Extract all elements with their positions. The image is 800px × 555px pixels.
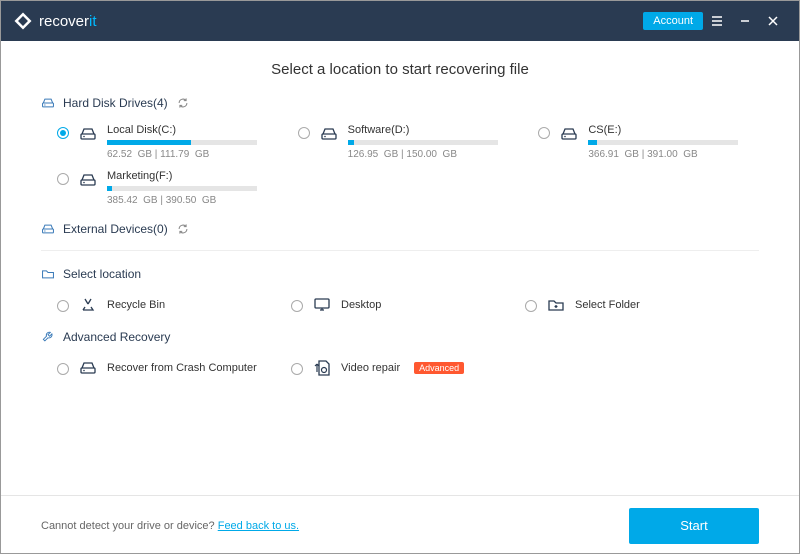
- footer: Cannot detect your drive or device? Feed…: [1, 495, 799, 555]
- location-option-desktop[interactable]: Desktop: [291, 295, 525, 314]
- feedback-link[interactable]: Feed back to us.: [218, 520, 299, 532]
- drive-icon: [41, 96, 55, 110]
- drive-option[interactable]: Local Disk(C:) 62.52 GB | 111.79 GB: [57, 124, 278, 160]
- folder-icon: [41, 267, 55, 281]
- folder-icon: [547, 296, 565, 314]
- footer-text: Cannot detect your drive or device? Feed…: [41, 520, 299, 532]
- logo-icon: [13, 11, 33, 31]
- location-option-folder[interactable]: Select Folder: [525, 295, 759, 314]
- advanced-option-crash[interactable]: Recover from Crash Computer: [57, 358, 291, 377]
- radio[interactable]: [57, 363, 69, 375]
- drive-label: Software(D:): [348, 124, 498, 136]
- drive-icon: [79, 125, 97, 143]
- option-label: Recover from Crash Computer: [107, 362, 257, 374]
- crash-icon: [79, 359, 97, 377]
- drive-icon: [560, 125, 578, 143]
- drive-size: 126.95 GB | 150.00 GB: [348, 149, 498, 160]
- close-icon[interactable]: [759, 7, 787, 35]
- option-label: Recycle Bin: [107, 299, 165, 311]
- section-label: Select location: [63, 267, 141, 281]
- app-logo: recoverit: [13, 11, 97, 31]
- option-label: Video repair: [341, 362, 400, 374]
- section-hard-disk-drives: Hard Disk Drives(4): [41, 96, 759, 110]
- section-select-location: Select location: [41, 267, 759, 281]
- wrench-icon: [41, 330, 55, 344]
- section-label: Advanced Recovery: [63, 330, 170, 344]
- desktop-icon: [313, 296, 331, 314]
- drive-size: 385.42 GB | 390.50 GB: [107, 195, 257, 206]
- drive-icon: [41, 222, 55, 236]
- recycle-icon: [79, 296, 97, 314]
- section-external-devices: External Devices(0): [41, 222, 759, 236]
- drive-icon: [320, 125, 338, 143]
- main-content: Select a location to start recovering fi…: [1, 41, 799, 495]
- radio[interactable]: [538, 127, 550, 139]
- titlebar: recoverit Account: [1, 1, 799, 41]
- section-advanced-recovery: Advanced Recovery: [41, 330, 759, 344]
- divider: [41, 250, 759, 251]
- drive-size: 366.91 GB | 391.00 GB: [588, 149, 738, 160]
- usage-bar: [107, 186, 257, 191]
- section-label: Hard Disk Drives(4): [63, 96, 168, 110]
- radio[interactable]: [525, 300, 537, 312]
- radio[interactable]: [298, 127, 310, 139]
- option-label: Select Folder: [575, 299, 640, 311]
- locations-row: Recycle Bin Desktop Select Folder: [41, 295, 759, 314]
- page-title: Select a location to start recovering fi…: [41, 61, 759, 78]
- location-option-recycle[interactable]: Recycle Bin: [57, 295, 291, 314]
- radio[interactable]: [291, 300, 303, 312]
- option-label: Desktop: [341, 299, 381, 311]
- badge: Advanced: [414, 362, 464, 374]
- radio[interactable]: [291, 363, 303, 375]
- minimize-icon[interactable]: [731, 7, 759, 35]
- usage-bar: [107, 140, 257, 145]
- drives-grid: Local Disk(C:) 62.52 GB | 111.79 GB Soft…: [41, 124, 759, 206]
- account-button[interactable]: Account: [643, 12, 703, 30]
- drive-label: Marketing(F:): [107, 170, 257, 182]
- advanced-row: Recover from Crash Computer Video repair…: [41, 358, 759, 377]
- drive-option[interactable]: Software(D:) 126.95 GB | 150.00 GB: [298, 124, 519, 160]
- section-label: External Devices(0): [63, 222, 168, 236]
- drive-option[interactable]: Marketing(F:) 385.42 GB | 390.50 GB: [57, 170, 278, 206]
- start-button[interactable]: Start: [629, 508, 759, 544]
- refresh-icon[interactable]: [176, 222, 190, 236]
- drive-label: Local Disk(C:): [107, 124, 257, 136]
- advanced-option-video[interactable]: Video repair Advanced: [291, 358, 525, 377]
- drive-icon: [79, 171, 97, 189]
- drive-label: CS(E:): [588, 124, 738, 136]
- video-icon: [313, 359, 331, 377]
- drive-size: 62.52 GB | 111.79 GB: [107, 149, 257, 160]
- radio[interactable]: [57, 300, 69, 312]
- usage-bar: [348, 140, 498, 145]
- radio[interactable]: [57, 127, 69, 139]
- menu-icon[interactable]: [703, 7, 731, 35]
- drive-option[interactable]: CS(E:) 366.91 GB | 391.00 GB: [538, 124, 759, 160]
- radio[interactable]: [57, 173, 69, 185]
- refresh-icon[interactable]: [176, 96, 190, 110]
- usage-bar: [588, 140, 738, 145]
- logo-text: recoverit: [39, 13, 97, 30]
